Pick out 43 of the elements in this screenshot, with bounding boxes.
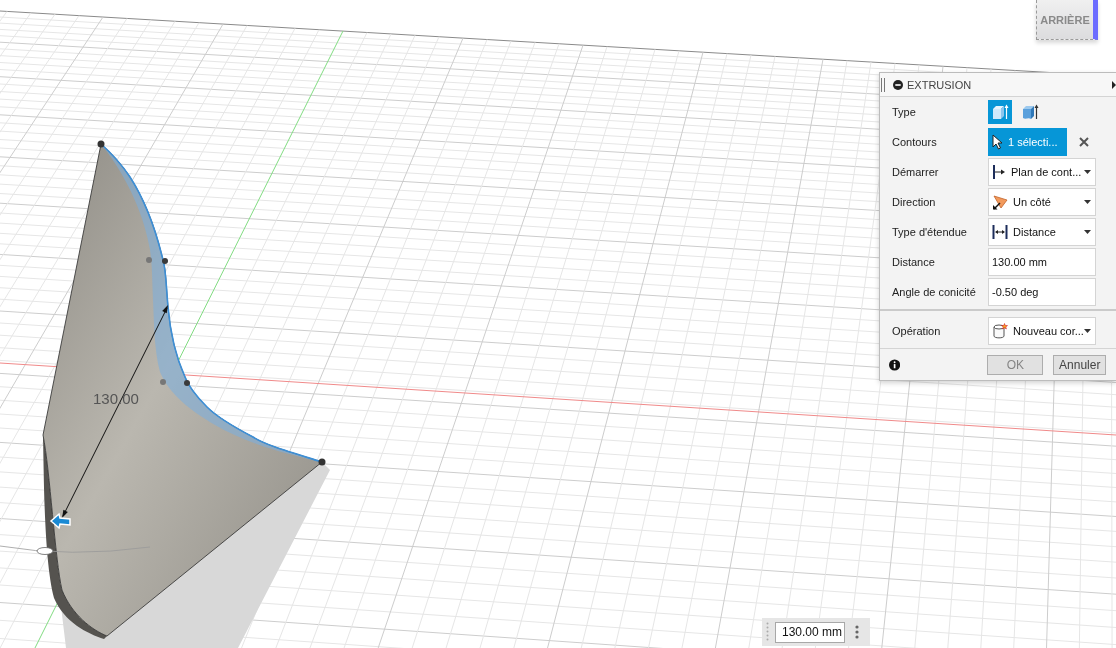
arc-handle-icon[interactable] — [36, 547, 54, 555]
field-label: Direction — [892, 196, 937, 208]
cursor-icon — [992, 134, 1003, 150]
new-body-icon — [992, 323, 1008, 339]
field-label: Angle de conicité — [892, 286, 977, 298]
close-icon[interactable] — [1079, 137, 1089, 147]
caret-icon — [1084, 329, 1091, 333]
point-icon — [160, 379, 166, 385]
point-icon — [97, 140, 105, 148]
dialog-title: EXTRUSION — [907, 78, 972, 91]
point-icon — [184, 380, 190, 386]
distance-icon — [992, 224, 1008, 240]
line-arrow-icon — [992, 164, 1006, 180]
field-label: Démarrer — [892, 166, 940, 178]
dialog-button[interactable]: Annuler — [1053, 354, 1106, 375]
thin-wall-cube-icon — [1021, 103, 1039, 121]
field-label: Opération — [892, 325, 942, 337]
dialog-header[interactable]: EXTRUSION — [880, 73, 1116, 97]
direction-flag-icon — [992, 194, 1008, 210]
distance-field[interactable]: 130.00 mm — [775, 621, 845, 643]
dropdown[interactable]: Un côté — [988, 188, 1096, 216]
grip-icon[interactable] — [881, 77, 885, 92]
expand-arrow-icon[interactable] — [1112, 80, 1116, 89]
dropdown[interactable]: Distance — [988, 218, 1096, 246]
point-icon — [318, 458, 326, 466]
caret-icon — [1084, 200, 1091, 204]
more-options-icon[interactable] — [855, 625, 859, 639]
field-label: Contours — [892, 136, 938, 148]
text-field[interactable]: 130.00 mm — [988, 248, 1096, 276]
arrow-handle-icon[interactable] — [49, 512, 71, 530]
dropdown[interactable]: Plan de cont... — [988, 158, 1096, 186]
point-icon — [162, 258, 168, 264]
info-icon[interactable] — [889, 358, 901, 371]
collapse-icon[interactable] — [893, 79, 903, 90]
caret-icon — [1084, 230, 1091, 234]
point-icon — [146, 257, 152, 263]
field-label: Type — [892, 106, 917, 118]
solid-cube-icon — [991, 103, 1009, 121]
field-label: Type d'étendue — [892, 226, 968, 238]
field-label: Distance — [892, 256, 936, 268]
dropdown[interactable]: Nouveau cor... — [988, 317, 1096, 345]
text-field[interactable]: -0.50 deg — [988, 278, 1096, 306]
caret-icon — [1084, 170, 1091, 174]
